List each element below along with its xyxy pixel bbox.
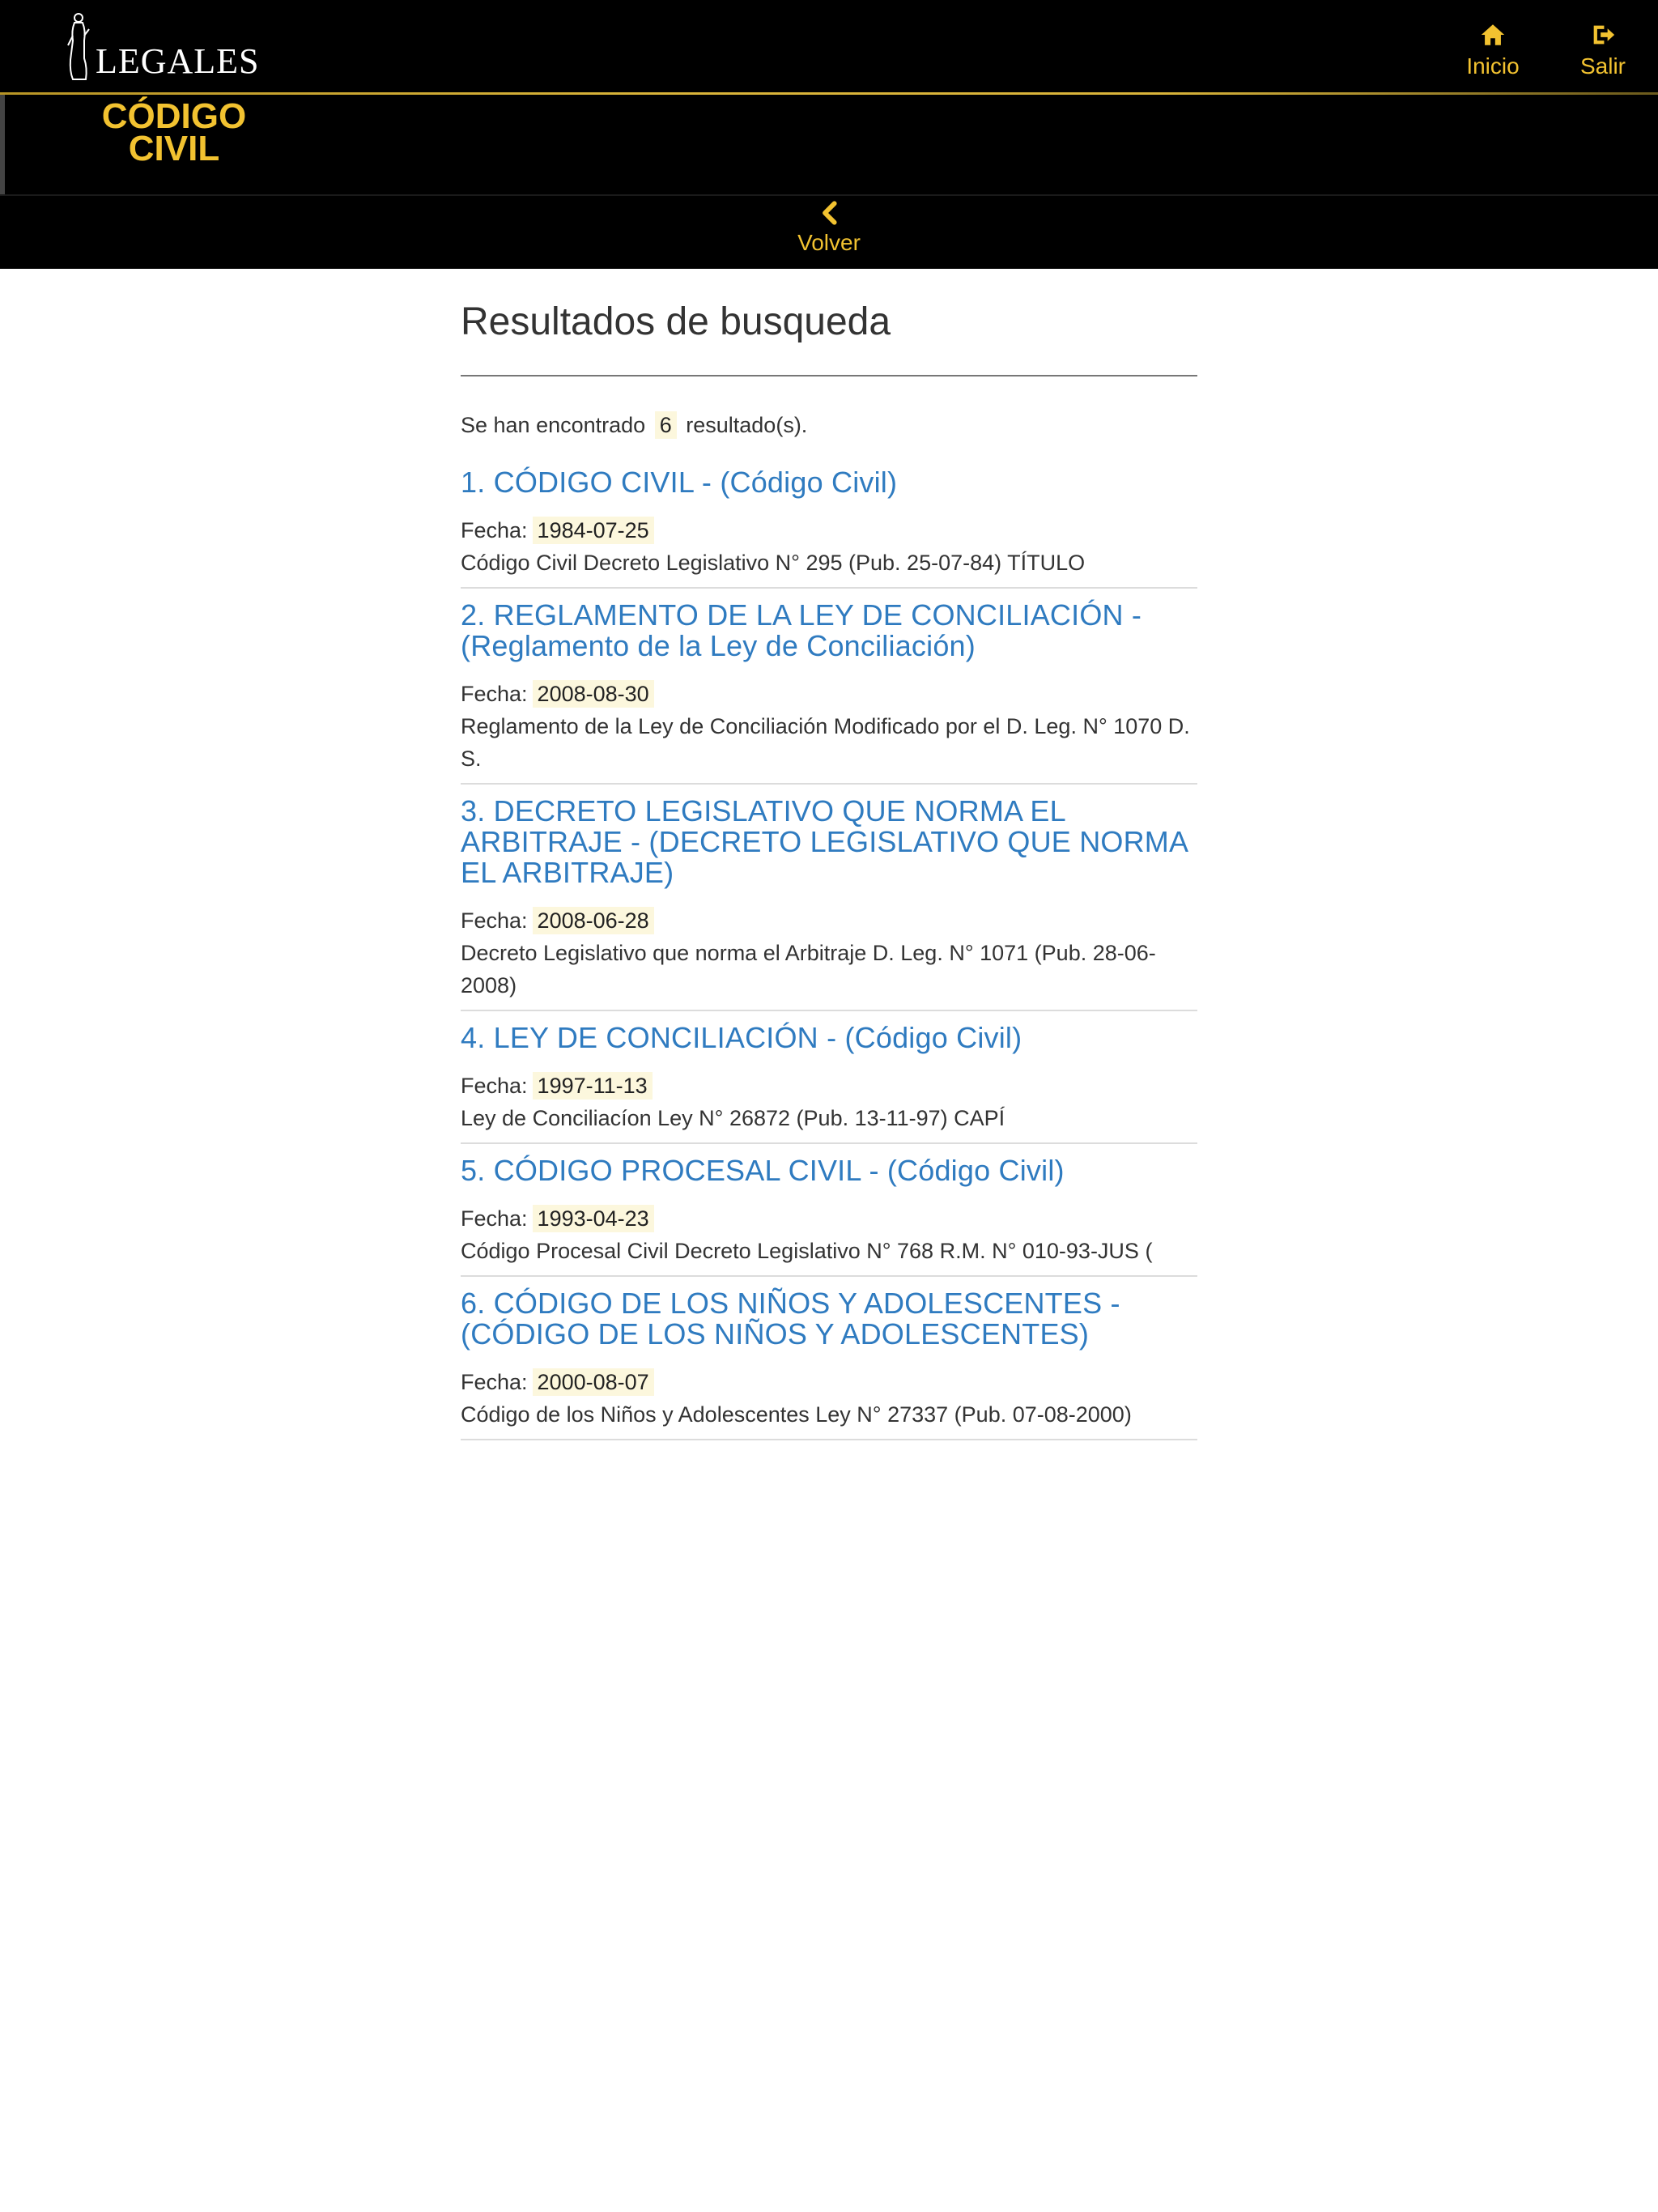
result-snippet: Decreto Legislativo que norma el Arbitra… [461,940,1156,998]
result-title-link[interactable]: 4. LEY DE CONCILIACIÓN - (Código Civil) [461,1022,1197,1053]
result-date-label: Fecha: [461,1206,528,1231]
result-date: Fecha: 1984-07-25 [461,514,1197,547]
back-button-label: Volver [797,230,861,255]
result-date-value: 2008-08-30 [532,679,654,708]
app-title: CÓDIGO CIVIL [73,96,275,168]
result-date-label: Fecha: [461,681,528,706]
search-results-panel: Resultados de busqueda Se han encontrado… [461,269,1197,1440]
result-date-value: 2008-06-28 [532,906,654,934]
result-item: 3. DECRETO LEGISLATIVO QUE NORMA EL ARBI… [461,785,1197,1011]
header-edge [0,95,5,194]
result-item: 4. LEY DE CONCILIACIÓN - (Código Civil) … [461,1011,1197,1144]
result-snippet: Código Civil Decreto Legislativo N° 295 … [461,550,1086,575]
result-date: Fecha: 2008-08-30 [461,678,1197,710]
result-date-value: 1993-04-23 [532,1204,654,1232]
result-date-label: Fecha: [461,1369,528,1394]
results-count: Se han encontrado 6 resultado(s). [461,409,1197,441]
result-date-value: 1997-11-13 [532,1071,653,1100]
logout-icon [1593,25,1615,45]
result-date: Fecha: 2000-08-07 [461,1366,1197,1398]
result-title-link[interactable]: 3. DECRETO LEGISLATIVO QUE NORMA EL ARBI… [461,795,1197,888]
logout-button-label: Salir [1579,53,1626,79]
results-count-value: 6 [654,410,677,439]
back-button[interactable]: Volver [789,201,869,256]
result-title-link[interactable]: 6. CÓDIGO DE LOS NIÑOS Y ADOLESCENTES - … [461,1287,1197,1350]
result-snippet: Código Procesal Civil Decreto Legislativ… [461,1238,1153,1263]
home-button-label: Inicio [1466,53,1520,79]
brand-logo: LEGALES [65,8,260,83]
result-item: 2. REGLAMENTO DE LA LEY DE CONCILIACIÓN … [461,589,1197,785]
page-title: Resultados de busqueda [461,300,891,343]
result-title-link[interactable]: 5. CÓDIGO PROCESAL CIVIL - (Código Civil… [461,1155,1197,1186]
result-date-label: Fecha: [461,908,528,933]
results-count-prefix: Se han encontrado [461,412,646,437]
chevron-left-icon [823,201,837,225]
result-date: Fecha: 2008-06-28 [461,904,1197,937]
result-item: 5. CÓDIGO PROCESAL CIVIL - (Código Civil… [461,1144,1197,1277]
result-date-label: Fecha: [461,517,528,542]
result-date: Fecha: 1997-11-13 [461,1070,1197,1102]
brand-name: LEGALES [96,41,260,81]
result-snippet: Reglamento de la Ley de Conciliación Mod… [461,713,1190,771]
result-snippet: Ley de Conciliacíon Ley N° 26872 (Pub. 1… [461,1105,1005,1130]
result-item: 1. CÓDIGO CIVIL - (Código Civil) Fecha: 1… [461,456,1197,589]
home-icon [1481,24,1505,45]
result-title-link[interactable]: 2. REGLAMENTO DE LA LEY DE CONCILIACIÓN … [461,599,1197,661]
logout-button[interactable]: Salir [1548,21,1658,79]
home-button[interactable]: Inicio [1438,21,1548,79]
app-title-line2: CIVIL [128,129,220,168]
title-divider [461,374,1197,376]
results-list: 1. CÓDIGO CIVIL - (Código Civil) Fecha: 1… [461,456,1197,1440]
result-snippet: Código de los Niños y Adolescentes Ley N… [461,1402,1132,1427]
result-title-link[interactable]: 1. CÓDIGO CIVIL - (Código Civil) [461,466,1197,498]
statue-logo-icon [67,13,90,80]
app-title-line1: CÓDIGO [101,96,247,136]
result-date-value: 2000-08-07 [532,1368,654,1396]
result-date: Fecha: 1993-04-23 [461,1202,1197,1235]
result-item: 6. CÓDIGO DE LOS NIÑOS Y ADOLESCENTES - … [461,1277,1197,1440]
result-date-value: 1984-07-25 [532,516,654,544]
top-bar: LEGALES Inicio Salir [0,0,1658,94]
results-count-suffix: resultado(s). [686,412,808,437]
result-date-label: Fecha: [461,1073,528,1098]
top-nav: Inicio Salir [1438,21,1658,79]
